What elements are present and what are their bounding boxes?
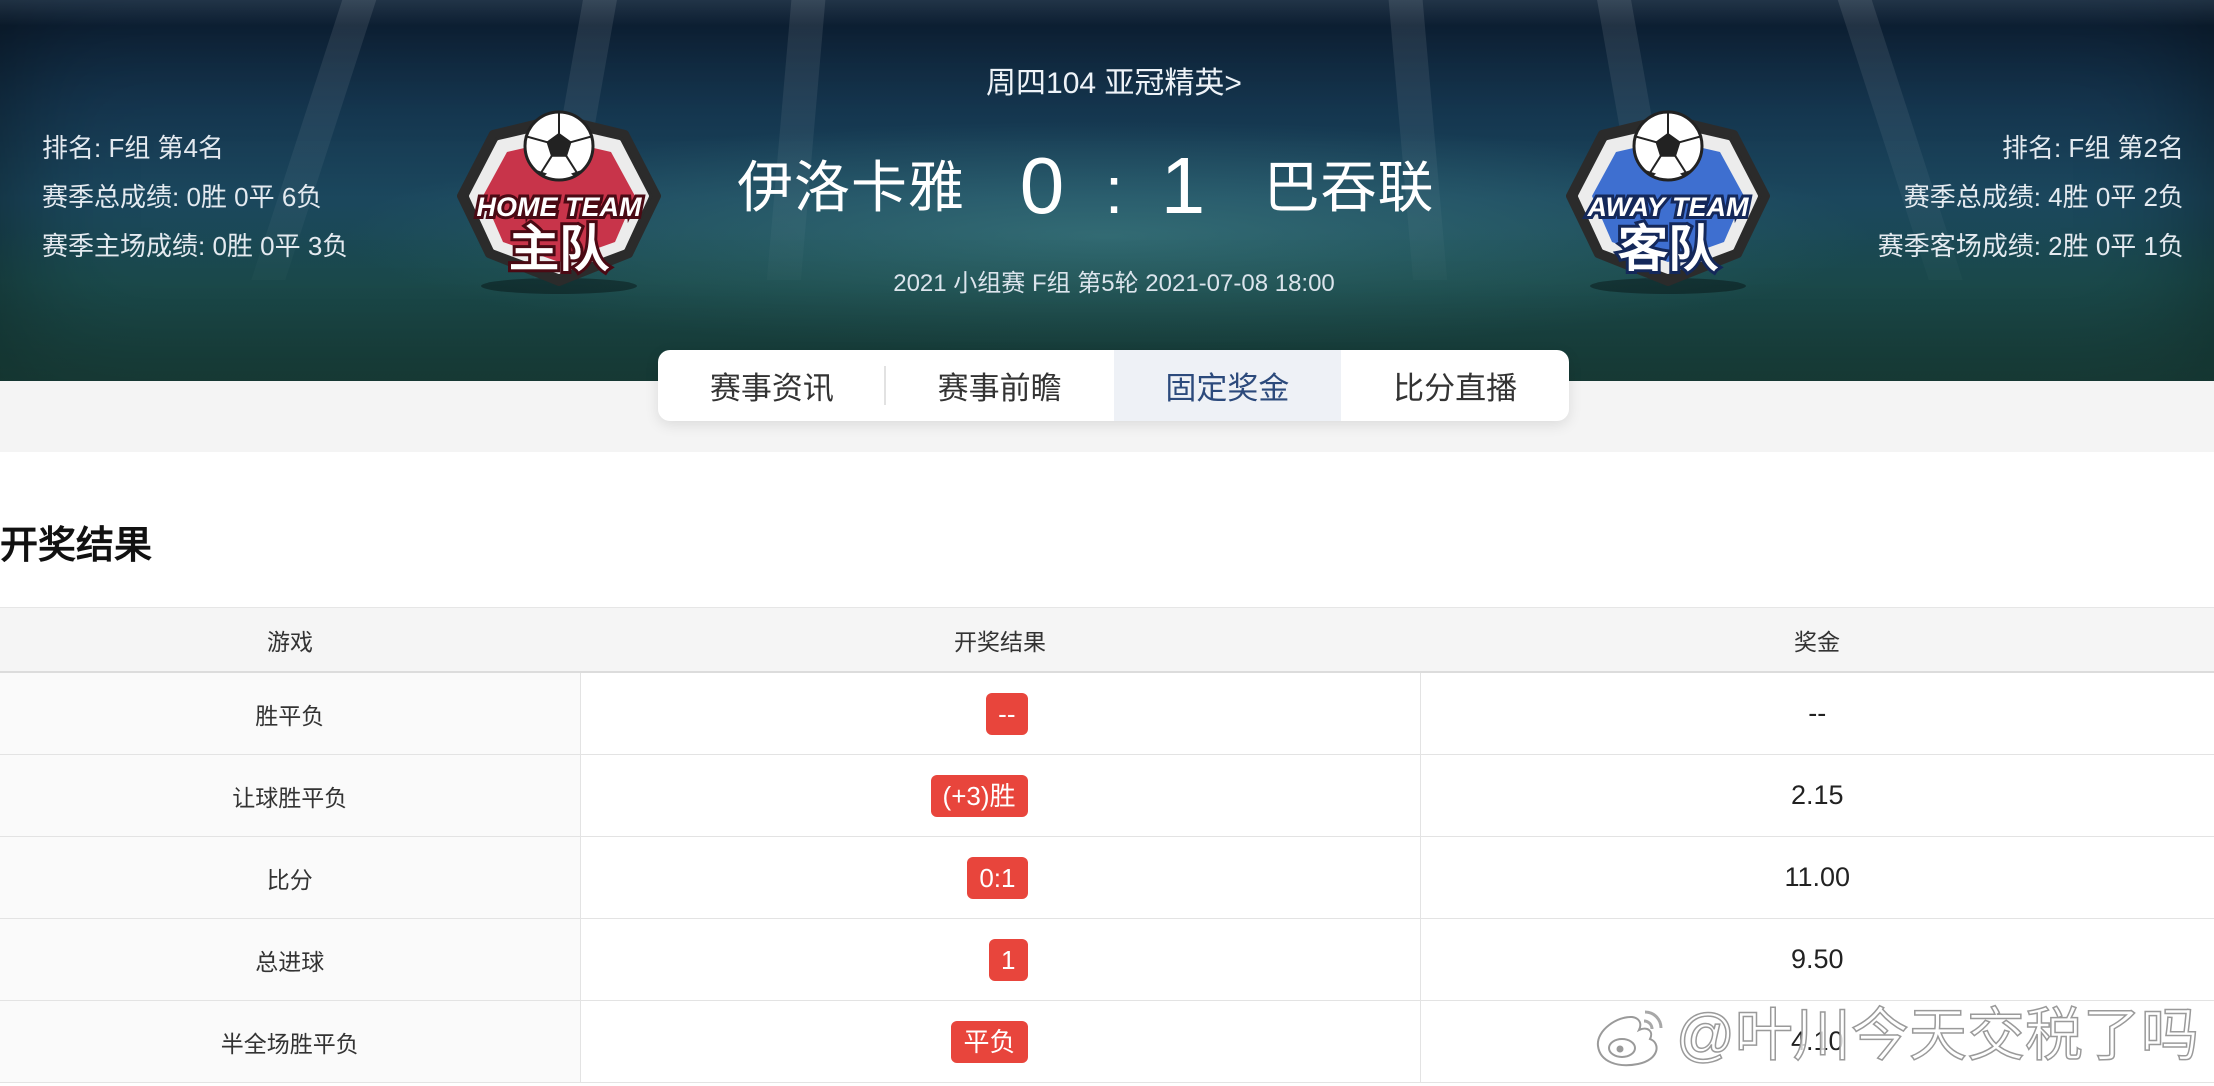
result-cell: (+3)胜 — [580, 754, 1421, 837]
result-cell: 平负 — [580, 1000, 1421, 1083]
home-team-stats: 排名: F组 第4名 赛季总成绩: 0胜 0平 6负 赛季主场成绩: 0胜 0平… — [42, 124, 348, 271]
tab-news[interactable]: 赛事资讯 — [658, 350, 886, 421]
game-cell: 总进球 — [0, 918, 581, 1001]
home-score: 0 — [1019, 141, 1065, 230]
column-header-prize: 奖金 — [1420, 607, 2214, 673]
game-cell: 让球胜平负 — [0, 754, 581, 837]
prize-cell: 2.15 — [1420, 754, 2214, 837]
match-info-line: 2021 小组赛 F组 第5轮 2021-07-08 18:00 — [893, 270, 1335, 297]
home-rank: 排名: F组 第4名 — [42, 133, 225, 163]
result-cell: 0:1 — [580, 836, 1421, 919]
watermark-text: @叶川今天交税了吗 — [1675, 1002, 2199, 1069]
table-row: 胜平负 -- -- — [0, 672, 2214, 755]
watermark: @叶川今天交税了吗 — [1590, 1001, 2200, 1071]
score-separator: : — [1104, 153, 1124, 227]
stadium-lights — [0, 0, 2214, 26]
prize-cell: -- — [1420, 672, 2214, 755]
prize-cell: 11.00 — [1420, 836, 2214, 919]
away-badge-cn: 客队 — [1618, 220, 1719, 278]
game-cell: 半全场胜平负 — [0, 1000, 581, 1083]
tab-fixed-prize[interactable]: 固定奖金 — [1113, 350, 1342, 421]
competition-link[interactable]: 周四104 亚冠精英> — [986, 64, 1242, 104]
tab-preview[interactable]: 赛事前瞻 — [886, 350, 1114, 421]
result-cell: 1 — [580, 918, 1421, 1001]
prize-cell: 9.50 — [1420, 918, 2214, 1001]
home-badge-cn: 主队 — [509, 220, 610, 278]
result-badge: -- — [986, 692, 1028, 735]
home-venue-record: 赛季主场成绩: 0胜 0平 3负 — [42, 231, 349, 261]
game-cell: 比分 — [0, 836, 581, 919]
result-badge: (+3)胜 — [930, 774, 1028, 817]
table-row: 让球胜平负 (+3)胜 2.15 — [0, 754, 2214, 837]
section-title: 开奖结果 — [0, 525, 153, 567]
away-team-logo: AWAY TEAM 客队 — [1566, 110, 1770, 294]
result-badge: 1 — [989, 938, 1028, 981]
result-badge: 平负 — [951, 1020, 1028, 1063]
home-season-record: 赛季总成绩: 0胜 0平 6负 — [42, 182, 323, 212]
table-row: 比分 0:1 11.00 — [0, 836, 2214, 919]
table-header-row: 游戏 开奖结果 奖金 — [0, 607, 2214, 673]
table-row: 总进球 1 9.50 — [0, 918, 2214, 1001]
tab-live-score[interactable]: 比分直播 — [1341, 350, 1569, 421]
away-rank: 排名: F组 第2名 — [2001, 133, 2184, 163]
away-score: 1 — [1160, 141, 1206, 230]
home-team-logo: HOME TEAM 主队 — [457, 110, 661, 294]
away-season-record: 赛季总成绩: 4胜 0平 2负 — [1903, 182, 2184, 212]
match-tabs: 赛事资讯 赛事前瞻 固定奖金 比分直播 — [658, 350, 1569, 421]
home-badge-label: HOME TEAM — [477, 192, 643, 222]
column-header-result: 开奖结果 — [580, 607, 1420, 673]
weibo-icon — [1596, 1010, 1663, 1067]
result-cell: -- — [580, 672, 1421, 755]
home-team-name: 伊洛卡雅 — [737, 156, 965, 219]
column-header-game: 游戏 — [0, 607, 580, 673]
game-cell: 胜平负 — [0, 672, 581, 755]
away-badge-label: AWAY TEAM — [1586, 192, 1749, 222]
match-header-banner: 周四104 亚冠精英> 排名: F组 第4名 赛季总成绩: 0胜 0平 6负 赛… — [0, 0, 2214, 381]
away-venue-record: 赛季客场成绩: 2胜 0平 1负 — [1877, 231, 2184, 261]
away-team-stats: 排名: F组 第2名 赛季总成绩: 4胜 0平 2负 赛季客场成绩: 2胜 0平… — [1878, 124, 2184, 271]
away-team-name: 巴吞联 — [1263, 156, 1435, 219]
result-badge: 0:1 — [967, 856, 1028, 899]
